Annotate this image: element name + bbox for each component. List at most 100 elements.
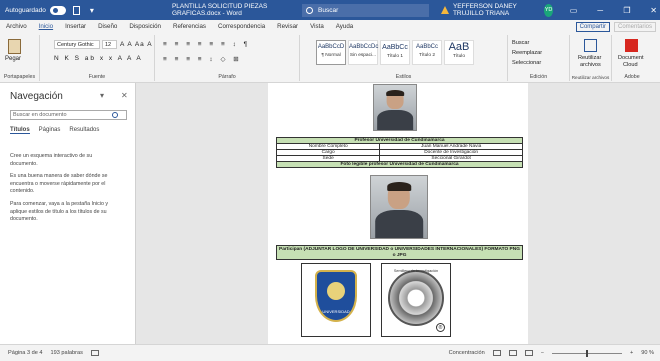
reuse-files-line2[interactable]: archivos: [580, 62, 601, 68]
tab-vista[interactable]: Vista: [304, 23, 330, 30]
navigation-search-placeholder: Buscar en documento: [13, 112, 67, 118]
clipboard-label: Portapapeles: [3, 74, 36, 80]
research-group-logo[interactable]: Semillero de Investigación ®: [381, 263, 451, 337]
zoom-out-button[interactable]: −: [541, 350, 544, 356]
style-no-spacing[interactable]: AaBbCcDc Sin espaci...: [348, 40, 378, 65]
tab-pages[interactable]: Páginas: [39, 127, 61, 134]
paragraph-list-buttons[interactable]: ≡ ≡ ≡ ≡ ≡ ≡ ↕ ¶: [163, 41, 250, 48]
style-name: Título: [453, 54, 465, 59]
search-box[interactable]: Buscar: [302, 3, 429, 17]
chevron-down-icon[interactable]: ▾: [100, 91, 104, 100]
navigation-title: Navegación: [10, 91, 63, 102]
restore-button[interactable]: ❐: [621, 6, 634, 15]
close-icon[interactable]: ✕: [121, 91, 128, 100]
document-title: PLANTILLA SOLICITUD PIEZAS GRAFICAS.docx…: [171, 3, 268, 17]
zoom-slider[interactable]: [551, 349, 622, 357]
tab-ayuda[interactable]: Ayuda: [330, 23, 359, 30]
professor-photo-top[interactable]: [373, 84, 417, 131]
tab-inicio[interactable]: Inicio: [33, 23, 59, 30]
zoom-in-button[interactable]: +: [630, 350, 633, 356]
avatar[interactable]: YD: [543, 3, 554, 17]
navigation-search-input[interactable]: Buscar en documento: [10, 110, 127, 120]
ribbon-display-icon[interactable]: ▭: [567, 6, 580, 15]
tab-disposicion[interactable]: Disposición: [123, 23, 167, 30]
share-button[interactable]: Compartir: [575, 21, 610, 32]
table-header: Participan (ADJUNTAR LOGO DE UNIVERSIDAD…: [276, 245, 523, 260]
style-heading-1[interactable]: AaBbCc Título 1: [380, 40, 410, 65]
document-area[interactable]: Profesor Universidad de Cundinamarca Nom…: [137, 83, 660, 344]
warning-icon[interactable]: [440, 6, 449, 14]
font-size-select[interactable]: 12: [102, 40, 117, 49]
font-size-buttons[interactable]: A A Aa A: [120, 41, 153, 48]
tab-referencias[interactable]: Referencias: [167, 23, 212, 30]
autosave-label: Autoguardado: [5, 6, 46, 14]
style-sample: AaBbCcD: [317, 44, 345, 50]
font-label: Fuente: [88, 74, 106, 80]
style-name: Título 1: [387, 54, 403, 59]
search-icon: [306, 6, 314, 14]
tab-correspondencia[interactable]: Correspondencia: [212, 23, 271, 30]
gear-icon: Semillero de Investigación: [388, 269, 444, 326]
registered-mark: ®: [436, 323, 445, 332]
shield-icon: UNIVERSIDAD: [315, 270, 357, 322]
read-mode-icon[interactable]: [492, 350, 501, 356]
word-count[interactable]: 193 palabras: [51, 350, 83, 356]
tab-results[interactable]: Resultados: [69, 127, 99, 134]
photo-hair: [386, 89, 404, 96]
style-title[interactable]: AaB Título: [444, 40, 474, 65]
university-logo[interactable]: UNIVERSIDAD: [301, 263, 371, 337]
web-layout-icon[interactable]: [524, 350, 533, 356]
paragraph-align-buttons[interactable]: ≡ ≡ ≡ ≡ ↕ ◇ ⊞: [163, 55, 242, 63]
table-row: Participan (ADJUNTAR LOGO DE UNIVERSIDAD…: [276, 245, 523, 260]
style-normal[interactable]: AaBbCcD ¶ Normal: [316, 40, 346, 65]
paragraph-group: ≡ ≡ ≡ ≡ ≡ ≡ ↕ ¶ ≡ ≡ ≡ ≡ ↕ ◇ ⊞ Párrafo: [155, 35, 300, 81]
tab-insertar[interactable]: Insertar: [59, 23, 92, 30]
save-icon[interactable]: [72, 5, 80, 15]
font-format-buttons[interactable]: N K S ab x x A A A: [54, 55, 143, 62]
tab-headings[interactable]: Títulos: [10, 127, 30, 134]
table-row: Foto legible profesor Universidad de Cun…: [276, 161, 523, 168]
table-header: Foto legible profesor Universidad de Cun…: [276, 161, 523, 168]
professor-info-table: Profesor Universidad de Cundinamarca Nom…: [275, 137, 523, 168]
print-layout-icon[interactable]: [508, 350, 517, 356]
quick-access-dropdown-icon[interactable]: ▾: [90, 6, 94, 15]
paste-icon[interactable]: [8, 39, 21, 54]
logos-table: Participan (ADJUNTAR LOGO DE UNIVERSIDAD…: [276, 245, 523, 260]
focus-mode-button[interactable]: Concentración: [449, 350, 485, 356]
adobe-pdf-icon[interactable]: [625, 39, 638, 52]
tab-archivo[interactable]: Archivo: [0, 23, 33, 30]
styles-label: Estilos: [395, 74, 412, 80]
font-group: Century Gothic 12 A A Aa A N K S ab x x …: [40, 35, 155, 81]
font-family-select[interactable]: Century Gothic: [54, 40, 100, 49]
tab-diseno[interactable]: Diseño: [92, 23, 123, 30]
close-button[interactable]: ✕: [647, 6, 660, 15]
reuse-files-line1[interactable]: Reutilizar: [578, 55, 601, 61]
autosave-toggle[interactable]: [49, 5, 66, 15]
document-page[interactable]: Profesor Universidad de Cundinamarca Nom…: [268, 83, 528, 344]
replace-button[interactable]: Reemplazar: [512, 50, 542, 56]
reuse-files-label: Reutilizar archivos: [571, 75, 610, 80]
minimize-button[interactable]: ─: [594, 6, 607, 15]
logo-text: UNIVERSIDAD: [322, 309, 350, 314]
clipboard-group: Pegar Portapapeles: [0, 35, 40, 81]
style-sample: AaBbCc: [415, 44, 438, 50]
document-cloud-line2[interactable]: Cloud: [623, 62, 638, 68]
document-cloud-line1[interactable]: Document: [618, 55, 644, 61]
adobe-label: Adobe: [624, 74, 640, 80]
zoom-level[interactable]: 90 %: [641, 350, 654, 356]
status-bar: Página 3 de 4 193 palabras Concentración…: [0, 344, 660, 361]
page-count[interactable]: Página 3 de 4: [8, 350, 43, 356]
reuse-files-group: Reutilizar archivos Reutilizar archivos: [570, 35, 612, 81]
find-button[interactable]: Buscar: [512, 40, 529, 46]
reuse-files-icon[interactable]: [584, 39, 597, 52]
user-name[interactable]: YEFFERSON DANEY TRUJILLO TRIANA: [453, 3, 539, 17]
tab-revisar[interactable]: Revisar: [271, 23, 304, 30]
navigation-pane: Navegación ▾ ✕ Buscar en documento Títul…: [0, 83, 136, 344]
proofing-icon[interactable]: [90, 350, 99, 356]
select-button[interactable]: Seleccionar: [512, 60, 541, 66]
professor-photo[interactable]: [370, 175, 428, 239]
style-heading-2[interactable]: AaBbCc Título 2: [412, 40, 442, 65]
zoom-slider-thumb[interactable]: [585, 349, 588, 357]
paste-button[interactable]: Pegar: [5, 56, 21, 62]
comments-button[interactable]: Comentarios: [613, 21, 656, 32]
